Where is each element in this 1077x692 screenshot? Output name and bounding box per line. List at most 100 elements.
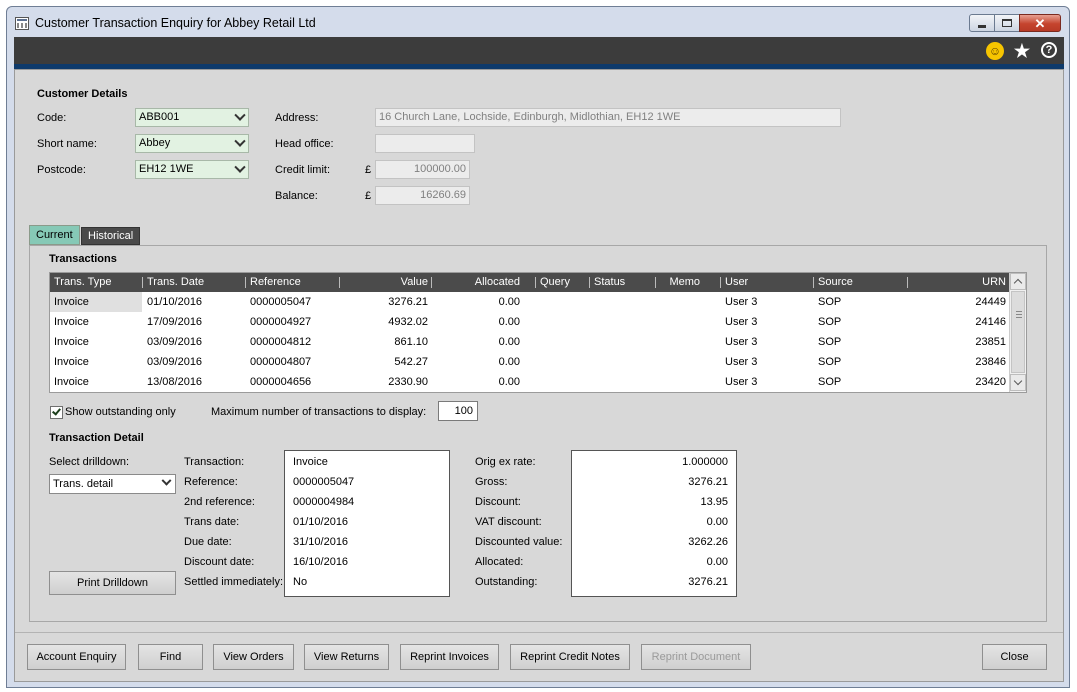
cell-value: 542.27 [394, 356, 428, 368]
cell-reference: 0000004927 [250, 316, 312, 328]
window-title: Customer Transaction Enquiry for Abbey R… [35, 16, 316, 30]
col-trans-date[interactable]: Trans. Date [141, 273, 204, 292]
find-button[interactable]: Find [138, 644, 203, 670]
cell-trans-type: Invoice [54, 316, 89, 328]
table-row[interactable]: Invoice 03/09/2016 0000004807 542.27 0.0… [50, 352, 1010, 372]
table-row[interactable]: Invoice 13/08/2016 0000004656 2330.90 0.… [50, 372, 1010, 392]
maximize-button[interactable] [994, 14, 1020, 32]
credit-limit-currency: £ [365, 164, 372, 176]
col-trans-type[interactable]: Trans. Type [54, 273, 111, 292]
table-row[interactable]: Invoice 03/09/2016 0000004812 861.10 0.0… [50, 332, 1010, 352]
detail-label-allocated: Allocated: [475, 556, 524, 568]
cell-urn: 24449 [975, 296, 1006, 308]
col-source[interactable]: Source [813, 273, 853, 292]
help-icon[interactable]: ? [1041, 42, 1057, 58]
account-enquiry-button[interactable]: Account Enquiry [27, 644, 126, 670]
chevron-down-icon[interactable] [161, 475, 172, 486]
drilldown-label: Select drilldown: [49, 456, 130, 468]
cell-value: 4932.02 [388, 316, 428, 328]
transaction-detail-heading: Transaction Detail [49, 432, 144, 444]
reprint-invoices-button[interactable]: Reprint Invoices [400, 644, 499, 670]
cell-user: User 3 [725, 336, 758, 348]
view-returns-button[interactable]: View Returns [304, 644, 389, 670]
scroll-up-button[interactable] [1010, 273, 1026, 290]
detail-value-discount-date: 16/10/2016 [293, 556, 349, 568]
detail-value-trans-date: 01/10/2016 [293, 516, 349, 528]
chevron-down-icon [1013, 376, 1023, 386]
tab-historical[interactable]: Historical [81, 227, 141, 245]
detail-label-due-date: Due date: [184, 536, 232, 548]
cell-reference: 0000004812 [250, 336, 312, 348]
col-memo[interactable]: Memo [655, 273, 700, 292]
transactions-heading: Transactions [49, 253, 117, 265]
chevron-down-icon[interactable] [234, 135, 246, 147]
code-label: Code: [37, 112, 67, 124]
col-urn[interactable]: URN [907, 273, 1006, 292]
col-allocated[interactable]: Allocated [431, 273, 520, 292]
app-icon [15, 17, 29, 30]
grid-scrollbar[interactable] [1009, 273, 1026, 392]
cell-trans-date: 01/10/2016 [147, 296, 203, 308]
view-orders-button[interactable]: View Orders [213, 644, 294, 670]
print-drilldown-button[interactable]: Print Drilldown [49, 571, 176, 595]
smiley-icon[interactable]: ☺ [986, 42, 1004, 60]
cell-trans-date: 03/09/2016 [147, 336, 203, 348]
chevron-down-icon[interactable] [234, 161, 246, 173]
cell-trans-type: Invoice [54, 356, 89, 368]
detail-label-settled-immediately: Settled immediately: [184, 576, 284, 588]
reprint-document-button[interactable]: Reprint Document [641, 644, 751, 670]
col-user[interactable]: User [719, 273, 748, 292]
detail-label-orig-ex-rate: Orig ex rate: [475, 456, 536, 468]
cell-source: SOP [818, 316, 842, 328]
star-icon[interactable]: ★ [1013, 41, 1031, 61]
tab-current[interactable]: Current [29, 225, 80, 245]
window-controls: ✕ [969, 14, 1061, 32]
cell-reference: 0000005047 [250, 296, 312, 308]
col-value[interactable]: Value [339, 273, 428, 292]
show-outstanding-label[interactable]: Show outstanding only [65, 406, 176, 418]
cell-trans-type: Invoice [54, 336, 89, 348]
cell-trans-type: Invoice [54, 296, 89, 308]
detail-value-allocated: 0.00 [706, 556, 728, 568]
detail-value-settled-immediately: No [293, 576, 308, 588]
minimize-button[interactable] [969, 14, 995, 32]
detail-values-box-left: Invoice 0000005047 0000004984 01/10/2016… [284, 450, 450, 597]
head-office-label: Head office: [275, 138, 334, 150]
cell-urn: 24146 [975, 316, 1006, 328]
detail-value-due-date: 31/10/2016 [293, 536, 349, 548]
cell-source: SOP [818, 336, 842, 348]
chevron-down-icon[interactable] [234, 109, 246, 121]
table-row[interactable]: Invoice 17/09/2016 0000004927 4932.02 0.… [50, 312, 1010, 332]
cell-urn: 23420 [975, 376, 1006, 388]
code-combo[interactable]: ABB001 [135, 108, 249, 127]
detail-label-transaction: Transaction: [184, 456, 245, 468]
cell-reference: 0000004807 [250, 356, 312, 368]
close-icon: ✕ [1034, 15, 1046, 31]
detail-label-discount-date: Discount date: [184, 556, 255, 568]
short-name-combo[interactable]: Abbey [135, 134, 249, 153]
close-button[interactable]: Close [982, 644, 1047, 670]
transactions-grid: Trans. Type Trans. Date Reference Value … [49, 272, 1027, 393]
balance-field: 16260.69 [375, 186, 470, 205]
credit-limit-label: Credit limit: [275, 164, 331, 176]
cell-trans-date: 13/08/2016 [147, 376, 203, 388]
postcode-combo[interactable]: EH12 1WE [135, 160, 249, 179]
col-status[interactable]: Status [588, 273, 625, 292]
cell-user: User 3 [725, 296, 758, 308]
scroll-thumb[interactable] [1011, 291, 1025, 373]
postcode-label: Postcode: [37, 164, 86, 176]
cell-user: User 3 [725, 376, 758, 388]
grip-line [1016, 317, 1022, 318]
close-window-button[interactable]: ✕ [1019, 14, 1061, 32]
reprint-credit-notes-button[interactable]: Reprint Credit Notes [510, 644, 630, 670]
max-transactions-input[interactable]: 100 [438, 401, 478, 421]
show-outstanding-checkbox[interactable] [50, 406, 63, 419]
maximize-icon [1002, 19, 1012, 27]
col-reference[interactable]: Reference [245, 273, 301, 292]
col-query[interactable]: Query [535, 273, 570, 292]
drilldown-select[interactable]: Trans. detail [49, 474, 176, 494]
short-name-label: Short name: [37, 138, 97, 150]
scroll-down-button[interactable] [1010, 374, 1026, 391]
balance-currency: £ [365, 190, 372, 202]
table-row[interactable]: Invoice 01/10/2016 0000005047 3276.21 0.… [50, 292, 1010, 312]
